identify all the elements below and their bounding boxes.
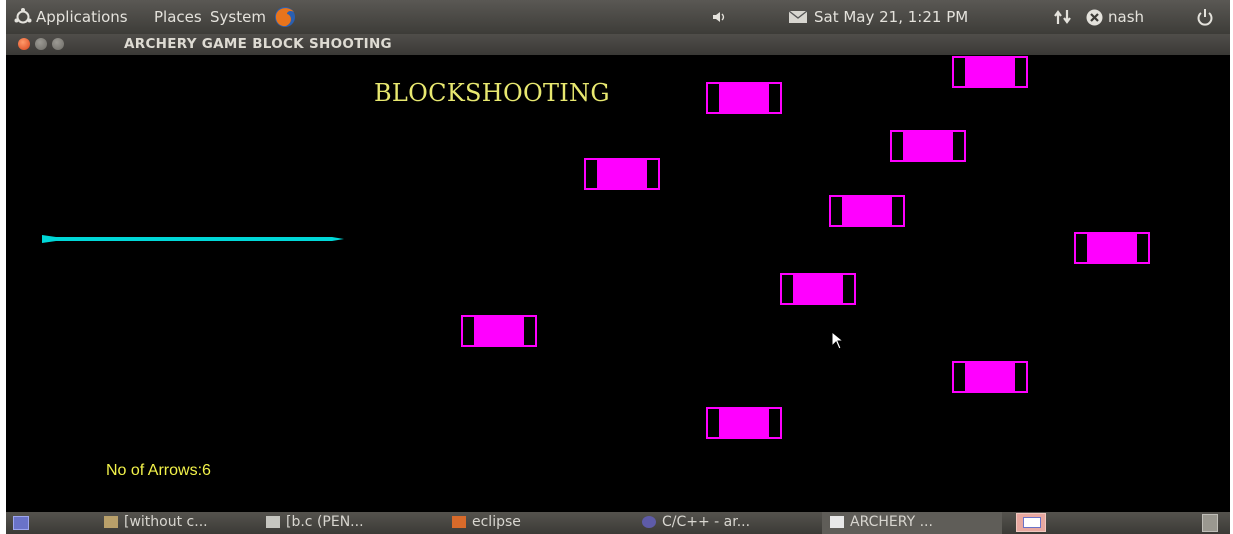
system-menu[interactable]: System xyxy=(210,8,266,26)
target-block xyxy=(952,361,1028,393)
target-block xyxy=(1074,232,1150,264)
taskbar-item-eclipse[interactable]: eclipse xyxy=(444,512,620,534)
close-icon[interactable] xyxy=(18,38,30,50)
target-block xyxy=(952,56,1028,88)
arrows-remaining: No of Arrows:6 xyxy=(106,462,211,480)
volume-icon[interactable] xyxy=(712,10,728,24)
bottom-taskbar: [without c... [b.c (PEN... eclipse C/C++… xyxy=(6,512,1230,534)
network-icon[interactable] xyxy=(1053,9,1073,25)
window-title: ARCHERY GAME BLOCK SHOOTING xyxy=(124,36,392,52)
target-block xyxy=(706,82,782,114)
user-name[interactable]: nash xyxy=(1108,8,1144,26)
target-block xyxy=(706,407,782,439)
places-menu[interactable]: Places xyxy=(154,8,202,26)
taskbar-item-cpp[interactable]: C/C++ - ar... xyxy=(634,512,814,534)
top-panel: Applications Places System Sat May 21, 1… xyxy=(6,0,1230,34)
target-block xyxy=(890,130,966,162)
taskbar-item-without[interactable]: [without c... xyxy=(96,512,248,534)
applications-menu[interactable]: Applications xyxy=(36,8,128,26)
maximize-icon[interactable] xyxy=(52,38,64,50)
target-block xyxy=(829,195,905,227)
window-icon xyxy=(830,516,844,528)
firefox-icon[interactable] xyxy=(273,5,297,29)
taskbar-label: [without c... xyxy=(124,514,208,530)
target-block xyxy=(461,315,537,347)
arrows-label: No of Arrows: xyxy=(106,462,203,479)
game-canvas[interactable]: BLOCKSHOOTING No of Arrows:6 xyxy=(6,55,1230,512)
clock[interactable]: Sat May 21, 1:21 PM xyxy=(814,8,968,26)
mouse-cursor-icon xyxy=(831,331,845,350)
editor-icon xyxy=(266,516,280,528)
taskbar-label: ARCHERY ... xyxy=(850,514,933,530)
ubuntu-logo-icon[interactable] xyxy=(14,8,32,26)
folder-icon xyxy=(104,516,118,528)
trash-icon xyxy=(1202,514,1218,532)
trash-button[interactable] xyxy=(1196,512,1226,534)
taskbar-item-bc[interactable]: [b.c (PEN... xyxy=(258,512,434,534)
taskbar-label: eclipse xyxy=(472,514,521,530)
window-titlebar[interactable]: ARCHERY GAME BLOCK SHOOTING xyxy=(6,34,1230,55)
taskbar-label: C/C++ - ar... xyxy=(662,514,751,530)
arrows-count: 6 xyxy=(202,462,211,479)
taskbar-item-archery[interactable]: ARCHERY ... xyxy=(822,512,1002,534)
mail-icon[interactable] xyxy=(788,10,808,24)
target-block xyxy=(780,273,856,305)
show-desktop-icon xyxy=(13,516,29,530)
workspace-switcher[interactable] xyxy=(1014,512,1050,534)
eclipse-icon xyxy=(642,516,656,528)
show-desktop-button[interactable] xyxy=(8,512,32,534)
user-status-icon[interactable] xyxy=(1086,9,1103,26)
folder-icon xyxy=(452,516,466,528)
game-title: BLOCKSHOOTING xyxy=(374,79,610,107)
minimize-icon[interactable] xyxy=(35,38,47,50)
power-icon[interactable] xyxy=(1196,8,1214,26)
taskbar-label: [b.c (PEN... xyxy=(286,514,364,530)
arrow-projectile xyxy=(42,235,344,243)
target-block xyxy=(584,158,660,190)
desktop-frame: Applications Places System Sat May 21, 1… xyxy=(6,0,1230,534)
workspace-icon xyxy=(1016,513,1046,532)
